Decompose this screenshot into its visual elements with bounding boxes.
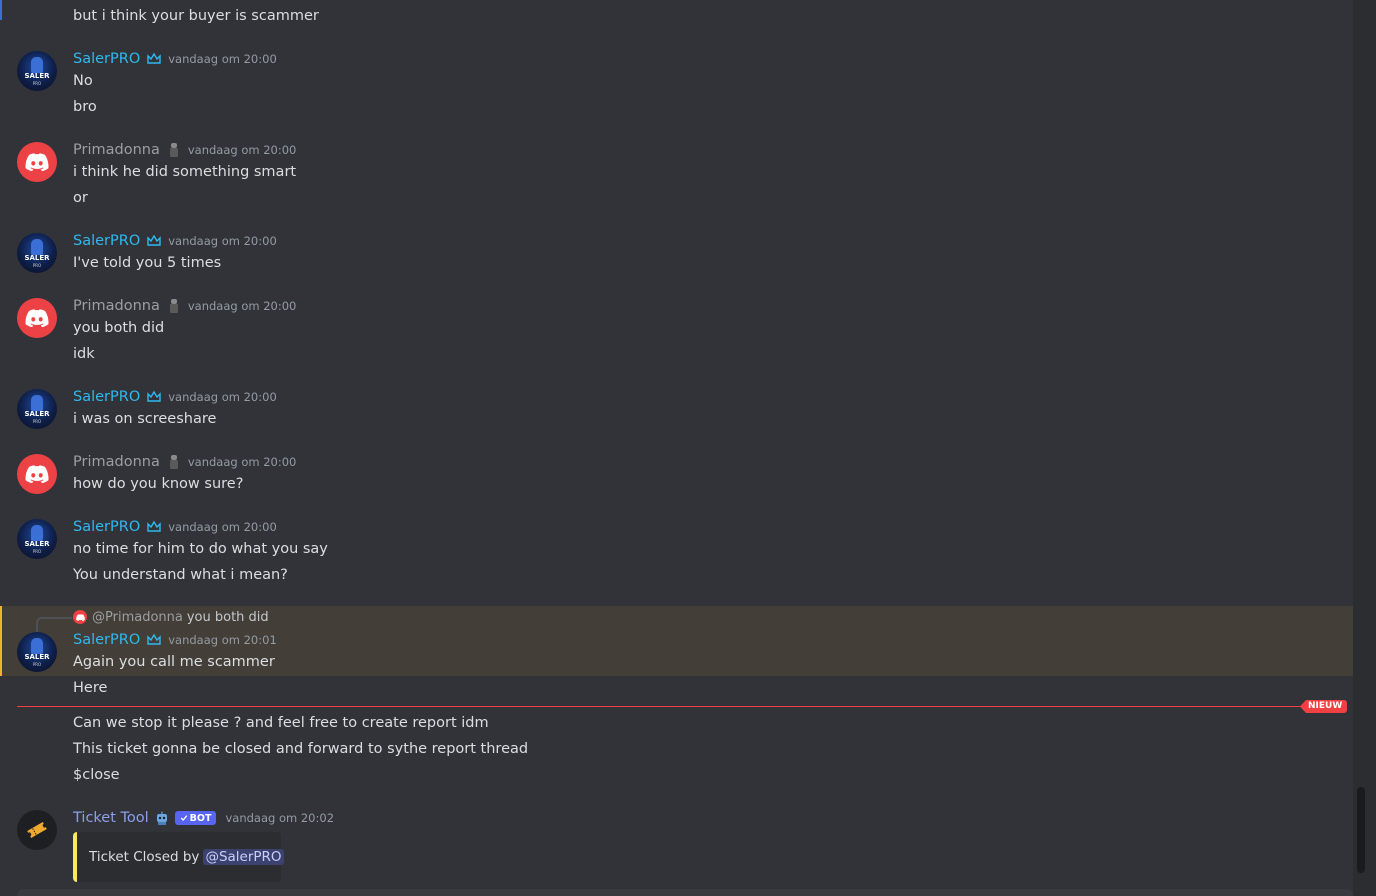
avatar-subtext: PRO [32, 549, 42, 554]
robot-emoji-icon [156, 811, 167, 825]
avatar-text: SALER [24, 410, 50, 418]
username-salerpro[interactable]: SalerPRO [73, 389, 140, 405]
reply-spine [36, 617, 72, 633]
check-icon [180, 815, 187, 821]
timestamp[interactable]: vandaag om 20:00 [168, 52, 277, 66]
username-primadonna[interactable]: Primadonna [73, 142, 160, 158]
avatar-text: SALER [24, 254, 50, 262]
avatar-salerpro[interactable]: SALER PRO [17, 51, 57, 91]
message-line: bro [73, 99, 97, 115]
message-line: Can we stop it please ? and feel free to… [73, 715, 489, 731]
username-salerpro[interactable]: SalerPRO [73, 51, 140, 67]
message-line: how do you know sure? [73, 476, 244, 492]
avatar-subtext: PRO [32, 263, 42, 268]
avatar-subtext: PRO [32, 419, 42, 424]
avatar-primadonna[interactable] [17, 298, 57, 338]
username-salerpro[interactable]: SalerPRO [73, 519, 140, 535]
message-header: Primadonna vandaag om 20:00 [73, 452, 296, 472]
user-mention[interactable]: @SalerPRO [203, 849, 284, 865]
message-line: You understand what i mean? [73, 567, 288, 583]
ticket-icon [27, 822, 47, 838]
message-line: No [73, 73, 93, 89]
avatar-subtext: PRO [32, 81, 42, 86]
username-primadonna[interactable]: Primadonna [73, 298, 160, 314]
avatar-salerpro[interactable]: SALER PRO [17, 632, 57, 672]
timestamp[interactable]: vandaag om 20:00 [188, 143, 297, 157]
avatar-primadonna[interactable] [17, 142, 57, 182]
reply-text: you both did [186, 609, 269, 625]
message-line: you both did [73, 320, 165, 336]
timestamp[interactable]: vandaag om 20:00 [168, 234, 277, 248]
avatar-text: SALER [24, 72, 50, 80]
crown-icon [147, 520, 161, 532]
message-line: no time for him to do what you say [73, 541, 328, 557]
username-salerpro[interactable]: SalerPRO [73, 233, 140, 249]
message-header: SalerPRO vandaag om 20:01 [73, 630, 277, 650]
discord-logo-icon [75, 613, 85, 621]
embed-text: Ticket Closed by [89, 849, 200, 865]
message-line: $close [73, 767, 120, 783]
message-header: Primadonna vandaag om 20:00 [73, 140, 296, 160]
timestamp[interactable]: vandaag om 20:02 [225, 811, 334, 825]
message-header: SalerPRO vandaag om 20:00 [73, 231, 277, 251]
message-header: SalerPRO vandaag om 20:00 [73, 387, 277, 407]
discord-logo-icon [25, 465, 49, 483]
message-line: i think he did something smart [73, 164, 297, 180]
new-messages-divider [17, 706, 1339, 707]
figure-emoji-icon [169, 143, 178, 157]
username-ticket-tool[interactable]: Ticket Tool [73, 810, 149, 826]
message-line: i was on screeshare [73, 411, 217, 427]
reply-avatar [73, 610, 87, 624]
message-line: or [73, 190, 88, 206]
username-primadonna[interactable]: Primadonna [73, 454, 160, 470]
message-line: Here [73, 680, 108, 696]
message-header: Primadonna vandaag om 20:00 [73, 296, 296, 316]
bot-badge: BOT [174, 811, 217, 825]
message-header: Ticket Tool BOT vandaag om 20:02 [73, 808, 334, 828]
timestamp[interactable]: vandaag om 20:00 [188, 299, 297, 313]
reply-username[interactable]: @Primadonna [92, 610, 183, 625]
avatar-salerpro[interactable]: SALER PRO [17, 233, 57, 273]
reply-preview[interactable]: @Primadonna you both did [73, 609, 269, 625]
figure-emoji-icon [169, 455, 178, 469]
bot-badge-label: BOT [189, 812, 212, 824]
message-line: but i think your buyer is scammer [73, 8, 319, 24]
message-line: idk [73, 346, 95, 362]
avatar-salerpro[interactable]: SALER PRO [17, 389, 57, 429]
avatar-ticket-tool[interactable] [17, 810, 57, 850]
chat-messages: but i think your buyer is scammer SALER … [0, 0, 1353, 896]
message-composer[interactable] [17, 889, 1353, 896]
discord-logo-icon [25, 153, 49, 171]
crown-icon [147, 390, 161, 402]
timestamp[interactable]: vandaag om 20:01 [168, 633, 277, 647]
message-line: This ticket gonna be closed and forward … [73, 741, 529, 757]
avatar-subtext: PRO [32, 662, 42, 667]
embed-card: Ticket Closed by @SalerPRO [73, 832, 284, 882]
discord-logo-icon [25, 309, 49, 327]
message-line: I've told you 5 times [73, 255, 222, 271]
username-salerpro[interactable]: SalerPRO [73, 632, 140, 648]
avatar-primadonna[interactable] [17, 454, 57, 494]
message-header: SalerPRO vandaag om 20:00 [73, 49, 277, 69]
avatar-salerpro[interactable]: SALER PRO [17, 519, 57, 559]
message-group-accent [0, 0, 2, 20]
scrollbar-thumb[interactable] [1357, 787, 1365, 873]
crown-icon [147, 234, 161, 246]
message-line: Again you call me scammer [73, 654, 275, 670]
crown-icon [147, 52, 161, 64]
timestamp[interactable]: vandaag om 20:00 [168, 390, 277, 404]
message-header: SalerPRO vandaag om 20:00 [73, 517, 277, 537]
timestamp[interactable]: vandaag om 20:00 [168, 520, 277, 534]
timestamp[interactable]: vandaag om 20:00 [188, 455, 297, 469]
crown-icon [147, 633, 161, 645]
avatar-text: SALER [24, 653, 50, 661]
new-messages-badge: NIEUW [1300, 700, 1348, 713]
figure-emoji-icon [169, 299, 178, 313]
avatar-text: SALER [24, 540, 50, 548]
scrollbar-track[interactable] [1353, 0, 1376, 896]
